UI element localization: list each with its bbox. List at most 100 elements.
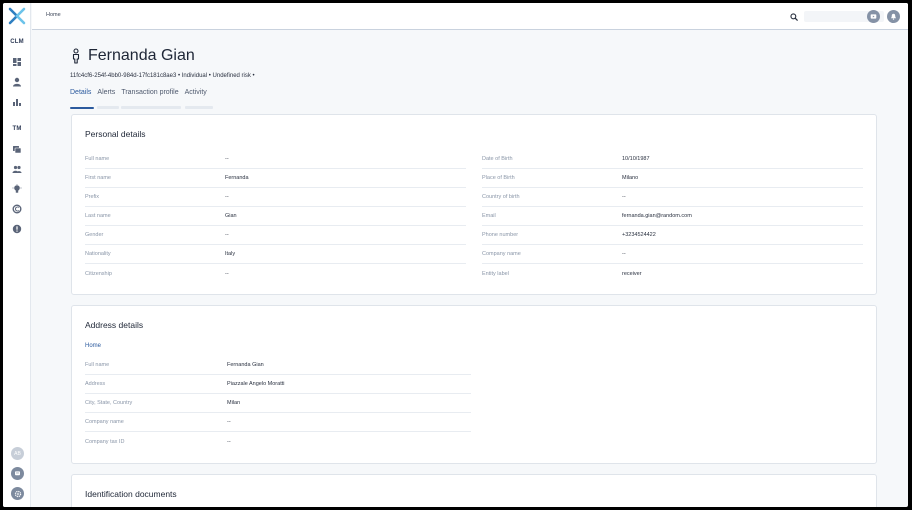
card-title: Identification documents	[85, 489, 177, 499]
field-value: Fernanda Gian	[227, 362, 264, 368]
field-label: Company tax ID	[85, 438, 125, 445]
field-label: Date of Birth	[482, 156, 513, 162]
detail-row: City, State, Country Milan	[85, 394, 471, 413]
person-icon[interactable]	[12, 77, 22, 87]
sidebar: CLM TM AB	[3, 3, 31, 507]
field-value: --	[622, 194, 626, 200]
tab-bar: Details Alerts Transaction profile Activ…	[70, 89, 213, 109]
field-label: Nationality	[85, 251, 111, 257]
person-outline-icon	[72, 48, 80, 64]
detail-row: Company tax ID --	[85, 432, 471, 451]
detail-row: Entity label receiver	[482, 264, 863, 283]
currency-icon[interactable]	[12, 204, 22, 214]
field-value: Piazzale Angelo Moratti	[227, 381, 285, 387]
dashboard-icon[interactable]	[12, 57, 22, 67]
tab-details[interactable]: Details	[70, 89, 94, 109]
tab-activity[interactable]: Activity	[184, 89, 213, 109]
field-label: Citizenship	[85, 270, 112, 277]
tab-label: Transaction profile	[121, 89, 179, 96]
detail-row: Nationality Italy	[85, 245, 466, 264]
tab-indicator	[97, 106, 120, 109]
tab-label: Details	[70, 89, 92, 96]
field-value: --	[225, 232, 229, 238]
field-value: +3234524422	[622, 232, 656, 238]
top-bar: Home	[32, 3, 908, 30]
field-label: City, State, Country	[85, 400, 133, 406]
people-icon[interactable]	[12, 164, 22, 174]
search-icon[interactable]	[790, 12, 798, 21]
avatar[interactable]: AB	[11, 447, 24, 460]
detail-row: Company name --	[85, 413, 471, 432]
address-details-card: Address details Home Full name Fernanda G…	[71, 305, 877, 464]
field-label: Company name	[85, 419, 124, 425]
field-label: Email	[482, 213, 496, 219]
video-icon[interactable]	[867, 10, 880, 23]
profile-header: Fernanda Gian	[70, 47, 195, 65]
detail-row: Gender --	[85, 226, 466, 245]
personal-details-card: Personal details Full name -- First name F…	[71, 114, 877, 295]
message-icon[interactable]	[11, 467, 24, 480]
field-value: --	[622, 251, 626, 257]
field-label: Phone number	[482, 232, 519, 238]
field-value: --	[227, 419, 231, 425]
field-label: Address	[85, 381, 106, 387]
detail-row: Company name --	[482, 245, 863, 264]
detail-row: Country of birth --	[482, 188, 863, 207]
field-label: Place of Birth	[482, 175, 515, 181]
detail-row: Full name --	[85, 150, 466, 169]
field-value: Fernanda	[225, 175, 249, 181]
field-value: Milan	[227, 400, 241, 406]
field-label: Country of birth	[482, 194, 520, 200]
tab-transaction-profile[interactable]: Transaction profile	[121, 89, 182, 109]
detail-row: Last name Gian	[85, 207, 466, 226]
detail-row: First name Fernanda	[85, 169, 466, 188]
field-value: receiver	[622, 270, 642, 277]
field-value: --	[225, 156, 229, 162]
tab-indicator	[184, 106, 213, 109]
detail-row: Email fernanda.gian@random.com	[482, 207, 863, 226]
field-label: Gender	[85, 232, 104, 238]
breadcrumb[interactable]: Home	[46, 12, 61, 18]
lightbulb-icon[interactable]	[12, 184, 22, 194]
tab-alerts[interactable]: Alerts	[97, 89, 120, 109]
settings-icon[interactable]	[11, 487, 24, 500]
tab-indicator	[121, 106, 182, 109]
avatar-initials: AB	[14, 450, 21, 457]
profile-meta: 11fc4cf6-254f-4bb0-984d-17fc181c8ae3 • I…	[70, 73, 255, 79]
detail-row: Citizenship --	[85, 264, 466, 283]
tab-label: Alerts	[97, 89, 116, 96]
detail-row: Phone number +3234524422	[482, 226, 863, 245]
card-title: Personal details	[85, 129, 146, 139]
detail-row: Full name Fernanda Gian	[85, 356, 471, 375]
field-value: --	[227, 438, 231, 445]
field-value: --	[225, 270, 229, 277]
field-value: --	[225, 194, 229, 200]
field-label: First name	[85, 175, 111, 181]
section-clm-label: CLM	[10, 39, 24, 45]
detail-row: Address Piazzale Angelo Moratti	[85, 375, 471, 394]
card-title: Address details	[85, 320, 144, 330]
bar-chart-icon[interactable]	[12, 97, 22, 107]
field-value: Gian	[225, 213, 237, 219]
field-value: fernanda.gian@random.com	[622, 213, 692, 219]
field-label: Entity label	[482, 270, 509, 277]
page-title: Fernanda Gian	[88, 47, 195, 64]
detail-row: Date of Birth 10/10/1987	[482, 150, 863, 169]
detail-row: Place of Birth Milano	[482, 169, 863, 188]
address-type-link[interactable]: Home	[85, 343, 101, 349]
tab-indicator	[70, 107, 94, 109]
notification-icon[interactable]	[887, 10, 900, 23]
field-label: Last name	[85, 213, 111, 219]
field-label: Prefix	[85, 194, 100, 200]
alert-icon[interactable]	[12, 224, 22, 234]
detail-row: Prefix --	[85, 188, 466, 207]
logo-icon[interactable]	[8, 7, 26, 25]
tab-label: Activity	[184, 89, 207, 96]
field-label: Full name	[85, 156, 110, 162]
cards-icon[interactable]	[12, 144, 22, 154]
app-window: CLM TM AB Home Fernanda Gian 11fc4cf6-25…	[3, 3, 908, 507]
field-value: 10/10/1987	[622, 156, 650, 162]
field-label: Company name	[482, 251, 521, 257]
section-tm-label: TM	[12, 126, 22, 132]
field-label: Full name	[85, 362, 110, 368]
